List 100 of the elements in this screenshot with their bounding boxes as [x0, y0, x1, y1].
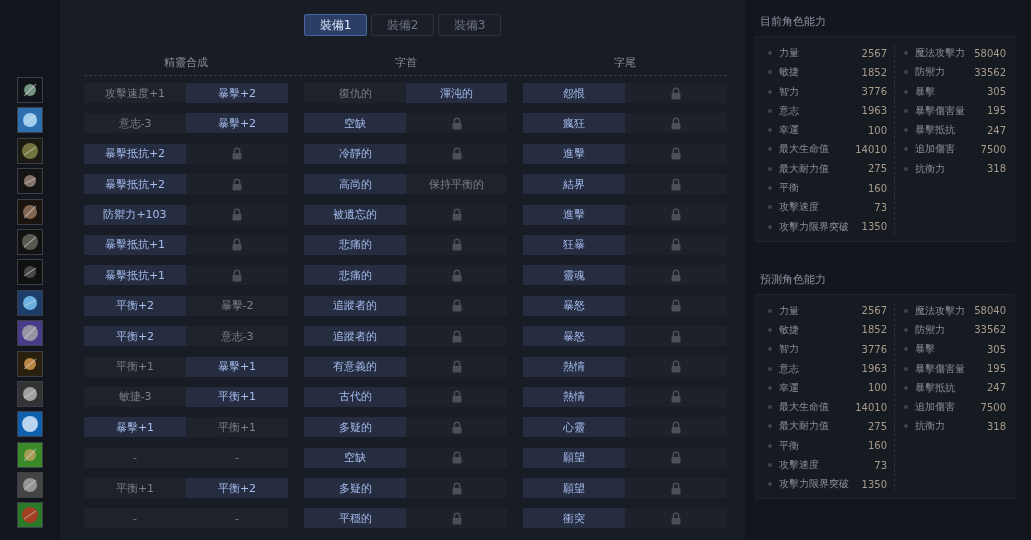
bullet-icon	[904, 128, 908, 133]
item-icon	[17, 502, 43, 529]
lock-icon	[451, 268, 462, 282]
tab[interactable]: 裝備1	[304, 14, 367, 36]
lock-icon	[451, 360, 462, 373]
bullet-icon	[768, 482, 772, 487]
stat-name: 抗衡力	[915, 419, 946, 434]
stat-value: 58040	[974, 47, 1006, 59]
item-icon	[17, 289, 43, 316]
stat-value: 247	[986, 382, 1006, 394]
option-cell: 暴擊+2	[186, 113, 288, 134]
stat-name: 魔法攻擊力	[915, 303, 966, 318]
lock-icon	[671, 299, 681, 313]
option-cell: 進擊	[523, 204, 625, 225]
stat-name: 追加傷害	[915, 400, 956, 415]
stat-name: 敏捷	[779, 322, 800, 337]
stat-value: 3776	[861, 86, 887, 98]
bullet-icon	[768, 147, 772, 152]
stat-name: 暴擊傷害量	[915, 361, 966, 376]
option-cell: 熱情	[523, 356, 625, 377]
option-cell: 暴擊抵抗+1	[84, 265, 186, 286]
bullet-icon	[768, 186, 772, 191]
stat-value: 318	[986, 163, 1006, 175]
stat-name: 攻擊力限界突破	[779, 477, 850, 492]
stat-value: 1350	[861, 221, 887, 233]
item-icon	[17, 259, 43, 286]
stat-value: 1963	[861, 363, 887, 375]
stat-value: 160	[867, 440, 887, 452]
option-cell: -	[186, 508, 288, 529]
bullet-icon	[768, 128, 772, 133]
stat-value: 100	[867, 382, 887, 394]
bullet-icon	[904, 308, 908, 313]
option-cell: -	[186, 447, 288, 468]
lock-icon	[232, 147, 242, 161]
option-cell: 多疑的	[304, 478, 406, 499]
option-cell: 復仇的	[304, 83, 406, 103]
bullet-icon	[768, 166, 772, 171]
stat-value: 7500	[980, 401, 1006, 413]
option-cell: 暴怒	[523, 295, 625, 316]
option-cell: 悲痛的	[304, 234, 406, 255]
option-cell: 冷靜的	[304, 143, 406, 164]
stat-name: 魔法攻擊力	[915, 46, 966, 60]
bullet-icon	[768, 70, 772, 75]
tab[interactable]: 裝備2	[371, 14, 434, 36]
bullet-icon	[768, 385, 772, 390]
panel-title: 目前角色能力	[759, 14, 827, 30]
stat-value: 14010	[855, 144, 887, 155]
lock-icon	[671, 451, 681, 465]
stat-value: 33562	[974, 66, 1006, 78]
tab[interactable]: 裝備3	[438, 14, 501, 36]
lock-icon	[671, 511, 681, 525]
stat-name: 暴擊	[915, 84, 936, 99]
stat-value: 318	[986, 420, 1006, 432]
stat-name: 暴擊	[915, 342, 936, 357]
lock-icon	[451, 147, 462, 161]
lock-icon	[671, 329, 681, 343]
option-cell: 狂暴	[523, 234, 625, 255]
bullet-icon	[768, 327, 772, 332]
stat-name: 攻擊速度	[779, 458, 820, 473]
stat-name: 攻擊力限界突破	[779, 219, 850, 234]
lock-icon	[451, 299, 462, 313]
bullet-icon	[768, 366, 772, 371]
item-icon	[17, 320, 43, 347]
lock-icon	[451, 511, 462, 525]
bullet-icon	[904, 327, 908, 332]
stat-name: 意志	[779, 103, 800, 118]
lock-icon	[451, 390, 462, 404]
option-cell: 渾沌的	[406, 83, 507, 103]
stat-value: 100	[867, 124, 887, 136]
stat-value: 195	[986, 105, 1006, 117]
stat-value: 3776	[861, 343, 887, 355]
option-cell: 熱情	[523, 386, 625, 407]
stat-value: 1852	[861, 66, 887, 78]
stat-value: 73	[874, 459, 887, 471]
stat-name: 最大生命值	[779, 142, 830, 157]
lock-icon	[451, 238, 462, 252]
option-cell: 平衡+1	[84, 356, 186, 377]
stat-value: 1963	[861, 105, 887, 117]
lock-icon	[671, 177, 681, 191]
stat-value: 2567	[861, 47, 887, 59]
option-cell: 被遺忘的	[304, 204, 406, 225]
option-cell: 暴擊抵抗+2	[84, 143, 186, 164]
lock-icon	[671, 420, 681, 434]
bullet-icon	[768, 463, 772, 468]
stat-name: 暴擊傷害量	[915, 103, 966, 118]
item-icon	[17, 228, 43, 255]
stat-name: 攻擊速度	[779, 200, 820, 215]
stat-value: 305	[986, 343, 1006, 355]
column-header: 精靈合成	[163, 55, 209, 70]
option-cell: 追蹤者的	[304, 295, 406, 316]
lock-icon	[671, 238, 681, 252]
lock-icon	[232, 208, 242, 222]
bullet-icon	[904, 347, 908, 352]
option-cell: 怨恨	[523, 83, 625, 103]
option-cell: 追蹤者的	[304, 326, 406, 347]
bullet-icon	[904, 108, 908, 113]
bullet-icon	[904, 70, 908, 75]
option-cell: -	[84, 447, 186, 468]
item-icon	[17, 411, 43, 438]
bullet-icon	[768, 205, 772, 210]
